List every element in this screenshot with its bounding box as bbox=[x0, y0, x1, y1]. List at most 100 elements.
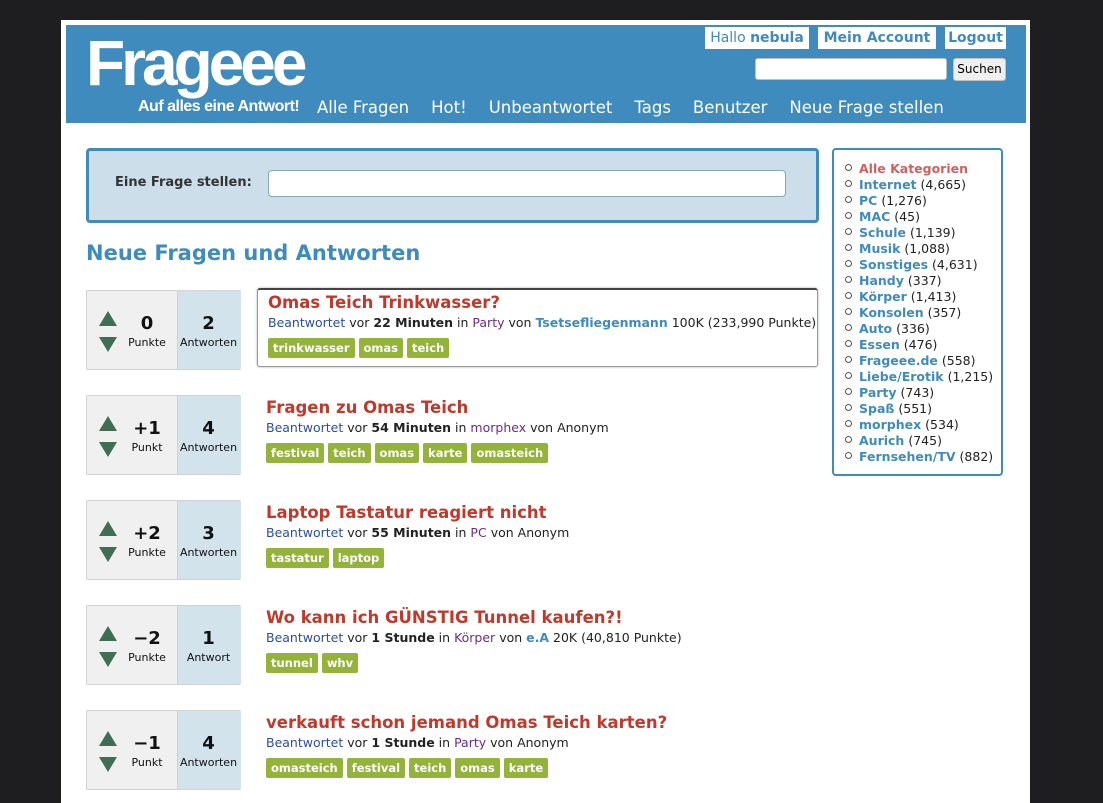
tag[interactable]: omas bbox=[358, 338, 403, 358]
category-count: (534) bbox=[925, 417, 959, 432]
bullet-icon bbox=[845, 180, 852, 187]
question-category-link[interactable]: Party bbox=[472, 315, 504, 330]
vote-down-icon[interactable] bbox=[99, 337, 117, 352]
answer-label: Antworten bbox=[179, 756, 238, 769]
question-title-link[interactable]: verkauft schon jemand Omas Teich karten? bbox=[266, 712, 806, 734]
search-input[interactable] bbox=[755, 58, 947, 80]
question-user-link[interactable]: Tsetsefliegenmann bbox=[535, 315, 667, 330]
vote-count: +1 bbox=[133, 418, 161, 439]
tag[interactable]: teich bbox=[407, 338, 450, 358]
answered-status-link[interactable]: Beantwortet bbox=[266, 735, 343, 750]
meta-time: 22 Minuten bbox=[373, 315, 454, 330]
tag[interactable]: omas bbox=[374, 443, 420, 463]
category-item: Party (743) bbox=[845, 385, 1001, 401]
vote-up-icon[interactable] bbox=[99, 311, 117, 326]
my-account-link[interactable]: Mein Account bbox=[818, 27, 936, 49]
category-link[interactable]: Spaß bbox=[859, 401, 894, 416]
category-link[interactable]: PC bbox=[859, 193, 877, 208]
category-link[interactable]: Sonstiges bbox=[859, 257, 928, 272]
bullet-icon bbox=[845, 164, 852, 171]
tag[interactable]: karte bbox=[423, 443, 468, 463]
category-link[interactable]: Auto bbox=[859, 321, 892, 336]
site-logo[interactable]: Frageee bbox=[86, 31, 307, 95]
vote-up-icon[interactable] bbox=[99, 416, 117, 431]
question-category-link[interactable]: Party bbox=[454, 735, 486, 750]
category-link[interactable]: Handy bbox=[859, 273, 904, 288]
answered-status-link[interactable]: Beantwortet bbox=[266, 630, 343, 645]
answered-status-link[interactable]: Beantwortet bbox=[266, 420, 343, 435]
category-link[interactable]: Aurich bbox=[859, 433, 904, 448]
category-link[interactable]: Internet bbox=[859, 177, 917, 192]
category-link[interactable]: Party bbox=[859, 385, 897, 400]
question-title-link[interactable]: Laptop Tastatur reagiert nicht bbox=[266, 502, 806, 524]
tag[interactable]: omasteich bbox=[471, 443, 549, 463]
nav-ask-question[interactable]: Neue Frage stellen bbox=[789, 98, 943, 117]
nav-all-questions[interactable]: Alle Fragen bbox=[317, 98, 409, 117]
tag[interactable]: tastatur bbox=[266, 548, 329, 568]
tag[interactable]: omasteich bbox=[266, 758, 343, 778]
tag[interactable]: whv bbox=[321, 653, 359, 673]
ask-question-input[interactable] bbox=[268, 170, 786, 197]
question-title-link[interactable]: Omas Teich Trinkwasser? bbox=[268, 292, 807, 314]
vote-label: Punkte bbox=[128, 651, 166, 664]
vote-down-icon[interactable] bbox=[99, 757, 117, 772]
nav-users[interactable]: Benutzer bbox=[693, 98, 767, 117]
vote-up-icon[interactable] bbox=[99, 521, 117, 536]
tag-list: tastatur laptop bbox=[266, 548, 806, 568]
vote-down-icon[interactable] bbox=[99, 442, 117, 457]
category-link[interactable]: Musik bbox=[859, 241, 900, 256]
tag[interactable]: festival bbox=[266, 443, 325, 463]
vote-down-icon[interactable] bbox=[99, 547, 117, 562]
category-link[interactable]: Alle Kategorien bbox=[859, 161, 968, 176]
question-title-link[interactable]: Wo kann ich GÜNSTIG Tunnel kaufen?! bbox=[266, 607, 806, 629]
question-category-link[interactable]: PC bbox=[470, 525, 486, 540]
nav-unanswered[interactable]: Unbeantwortet bbox=[489, 98, 613, 117]
category-list: Alle Kategorien Internet (4,665) PC (1,276… bbox=[834, 150, 1001, 465]
category-link[interactable]: Frageee.de bbox=[859, 353, 938, 368]
question-category-link[interactable]: Körper bbox=[454, 630, 495, 645]
category-link[interactable]: Fernsehen/TV bbox=[859, 449, 956, 464]
question-title-link[interactable]: Fragen zu Omas Teich bbox=[266, 397, 806, 419]
vote-up-icon[interactable] bbox=[99, 626, 117, 641]
tag-list: omasteich festival teich omas karte bbox=[266, 758, 806, 778]
category-link[interactable]: Konsolen bbox=[859, 305, 924, 320]
category-link[interactable]: Körper bbox=[859, 289, 907, 304]
username-link[interactable]: nebula bbox=[750, 30, 804, 46]
question-meta: Beantwortet vor 22 Minuten in Party von … bbox=[268, 314, 816, 332]
tag[interactable]: tunnel bbox=[266, 653, 318, 673]
tag[interactable]: omas bbox=[455, 758, 500, 778]
category-link[interactable]: Essen bbox=[859, 337, 900, 352]
user-points: Anonym bbox=[517, 735, 569, 750]
tag[interactable]: festival bbox=[346, 758, 406, 778]
tag[interactable]: laptop bbox=[332, 548, 385, 568]
answered-status-link[interactable]: Beantwortet bbox=[266, 525, 343, 540]
bullet-icon bbox=[845, 212, 852, 219]
meta-in: in bbox=[457, 315, 469, 330]
category-link[interactable]: MAC bbox=[859, 209, 890, 224]
nav-tags[interactable]: Tags bbox=[634, 98, 671, 117]
category-link[interactable]: Liebe/Erotik bbox=[859, 369, 944, 384]
nav-hot[interactable]: Hot! bbox=[431, 98, 467, 117]
category-link[interactable]: morphex bbox=[859, 417, 921, 432]
question-user-link[interactable]: e.A bbox=[526, 630, 549, 645]
category-count: (336) bbox=[896, 321, 930, 336]
tag[interactable]: teich bbox=[328, 443, 371, 463]
tag[interactable]: karte bbox=[503, 758, 549, 778]
meta-time: 1 Stunde bbox=[371, 630, 435, 645]
question-meta: Beantwortet vor 1 Stunde in Party von An… bbox=[266, 734, 806, 752]
answered-status-link[interactable]: Beantwortet bbox=[268, 315, 345, 330]
category-count: (1,088) bbox=[904, 241, 950, 256]
score-box: −2 Punkte 1 Antwort bbox=[86, 605, 241, 685]
category-link[interactable]: Schule bbox=[859, 225, 906, 240]
tag[interactable]: teich bbox=[409, 758, 452, 778]
search-button[interactable]: Suchen bbox=[953, 58, 1006, 81]
question-category-link[interactable]: morphex bbox=[470, 420, 526, 435]
meta-time: 1 Stunde bbox=[371, 735, 435, 750]
category-count: (1,413) bbox=[910, 289, 957, 304]
user-points: 100K (233,990 Punkte) bbox=[671, 315, 817, 330]
logout-link[interactable]: Logout bbox=[945, 27, 1006, 49]
vote-down-icon[interactable] bbox=[99, 652, 117, 667]
meta-von: von bbox=[508, 315, 532, 330]
vote-up-icon[interactable] bbox=[99, 731, 117, 746]
tag[interactable]: trinkwasser bbox=[268, 338, 355, 358]
